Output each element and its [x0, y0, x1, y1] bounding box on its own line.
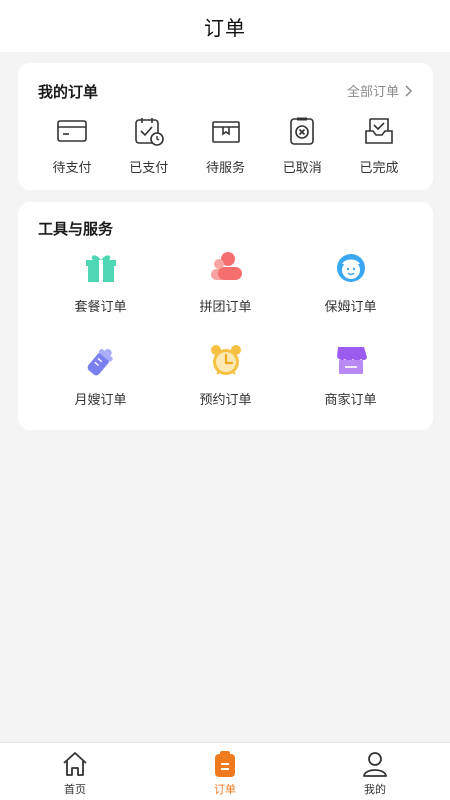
- all-orders-label: 全部订单: [346, 85, 399, 100]
- tool-label: 保姆订单: [324, 300, 377, 315]
- all-orders-link[interactable]: 全部订单: [347, 81, 413, 100]
- baby-bottle-icon: [87, 348, 113, 376]
- order-status-label: 已完成: [359, 161, 399, 176]
- order-status-pending-service[interactable]: 待服务: [190, 115, 262, 176]
- tab-profile[interactable]: 我的: [300, 743, 450, 800]
- order-status-label: 已取消: [282, 161, 322, 176]
- card-icon: [57, 120, 87, 142]
- tool-package-orders[interactable]: 套餐订单: [38, 250, 163, 315]
- bottom-tab-bar: 首页 订单 我的: [0, 742, 450, 800]
- gift-icon: [85, 255, 116, 282]
- tool-appointment-orders[interactable]: 预约订单: [163, 343, 288, 408]
- paid-clock-icon: [134, 118, 164, 146]
- tool-nanny-orders[interactable]: 保姆订单: [288, 250, 413, 315]
- tool-group-orders[interactable]: 拼团订单: [163, 250, 288, 315]
- alarm-clock-icon: [210, 345, 241, 375]
- nanny-icon: [336, 254, 365, 282]
- order-status-label: 待支付: [52, 161, 92, 176]
- tools-services-title: 工具与服务: [38, 220, 114, 238]
- tab-label: 首页: [64, 783, 86, 796]
- tab-orders[interactable]: 订单: [150, 743, 300, 800]
- top-bar: 订单: [0, 0, 450, 52]
- order-clipboard-icon: [215, 751, 235, 777]
- my-orders-title: 我的订单: [38, 83, 99, 101]
- chevron-right-icon: [405, 84, 413, 97]
- tool-label: 月嫂订单: [74, 393, 127, 408]
- order-status-completed[interactable]: 已完成: [343, 115, 415, 176]
- order-status-paid[interactable]: 已支付: [113, 115, 185, 176]
- tool-label: 套餐订单: [74, 300, 127, 315]
- tool-label: 商家订单: [324, 393, 377, 408]
- group-icon: [210, 252, 242, 280]
- my-orders-card: 我的订单 全部订单 待支付 已支付 待服务 已取消 已完成: [18, 63, 433, 190]
- tool-label: 预约订单: [199, 393, 252, 408]
- cancel-icon: [290, 117, 315, 145]
- order-status-label: 待服务: [205, 161, 245, 176]
- order-status-label: 已支付: [129, 161, 169, 176]
- page-title: 订单: [204, 15, 246, 40]
- tab-label: 我的: [364, 783, 386, 796]
- tab-home[interactable]: 首页: [0, 743, 150, 800]
- profile-icon: [363, 752, 387, 777]
- box-icon: [211, 121, 240, 143]
- tools-services-card: 工具与服务 套餐订单 拼团订单 保姆订单 月嫂订单 预约订单 商家订单: [18, 202, 433, 430]
- tool-label: 拼团订单: [199, 300, 252, 315]
- order-status-cancelled[interactable]: 已取消: [266, 115, 338, 176]
- tool-maternity-nurse-orders[interactable]: 月嫂订单: [38, 343, 163, 408]
- tab-label: 订单: [214, 783, 236, 796]
- home-icon: [63, 752, 87, 776]
- order-status-pending-payment[interactable]: 待支付: [36, 115, 108, 176]
- done-tray-icon: [365, 118, 393, 144]
- tool-merchant-orders[interactable]: 商家订单: [288, 343, 413, 408]
- shop-icon: [336, 347, 367, 374]
